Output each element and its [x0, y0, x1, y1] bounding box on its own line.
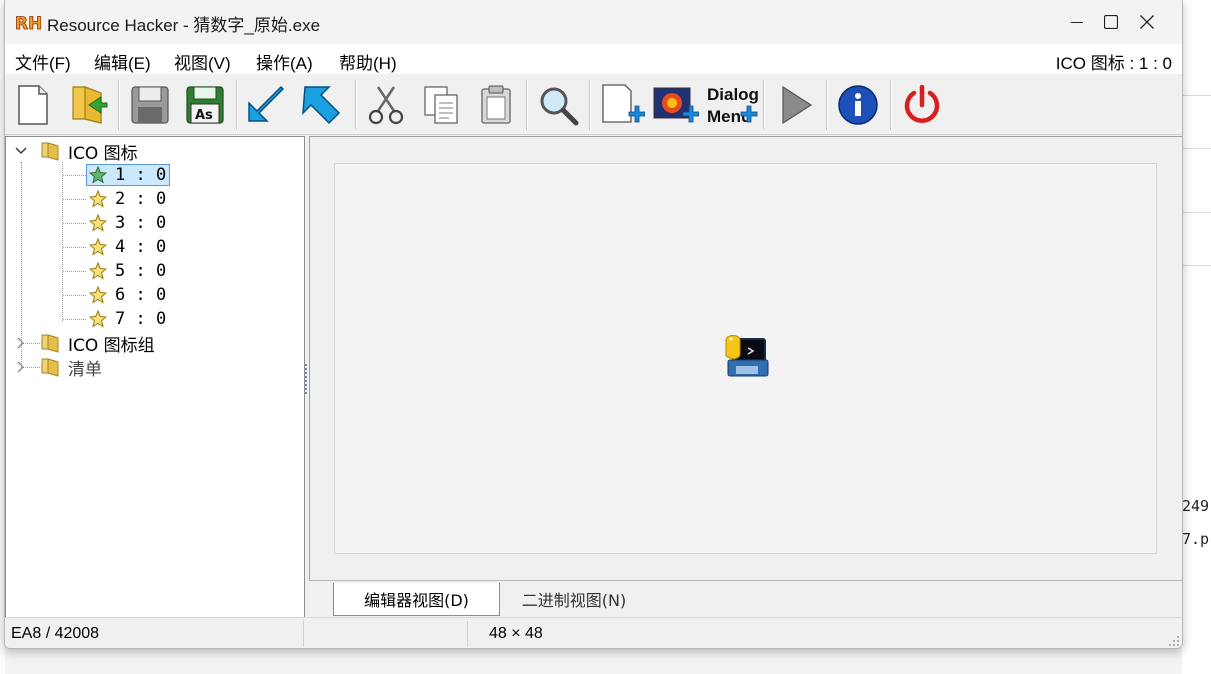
- menu-edit[interactable]: 编辑(E): [94, 49, 151, 74]
- menu-help[interactable]: 帮助(H): [339, 49, 397, 74]
- status-dimensions: 48 × 48: [489, 624, 543, 642]
- resource-tree[interactable]: ICO 图标 1 : 0 2 : 0 3 : 0 4 : 0 5 : 0 6:…: [5, 136, 305, 619]
- tree-node-icon-3[interactable]: 3 : 0: [89, 212, 166, 234]
- run-script-icon: [782, 85, 813, 125]
- cut-button[interactable]: [362, 81, 410, 129]
- add-resource-button[interactable]: [597, 81, 645, 129]
- cut-icon: [368, 86, 404, 125]
- resource-hacker-window: RH Resource Hacker - 猜数字_原始.exe 文件(F) 编辑…: [4, 0, 1183, 649]
- new-file-icon: [18, 85, 48, 125]
- background-text: 249: [1182, 497, 1210, 515]
- status-bar: EA8 / 42008 48 × 48: [5, 617, 1182, 648]
- tree-label: ICO 图标组: [68, 335, 155, 356]
- splitter-handle[interactable]: [304, 362, 308, 396]
- star-icon: [89, 310, 107, 328]
- close-icon: [1140, 15, 1154, 29]
- tree-node-icon-1[interactable]: 1 : 0: [86, 164, 171, 186]
- tree-node-icon-5[interactable]: 5 : 0: [89, 260, 166, 282]
- python-app-icon: [725, 335, 769, 377]
- tree-node-icon-7[interactable]: 7 : 0: [89, 308, 166, 330]
- tree-node-icon-2[interactable]: 2 : 0: [89, 188, 166, 210]
- menu-bar: 文件(F) 编辑(E) 视图(V) 操作(A) 帮助(H) ICO 图标 : 1…: [5, 44, 1182, 74]
- tree-label: 3 : 0: [115, 213, 167, 233]
- new-button[interactable]: [9, 81, 57, 129]
- resize-grip-icon[interactable]: [1168, 635, 1180, 647]
- add-dialog-menu-button[interactable]: Dialog Menu: [705, 81, 761, 129]
- find-button[interactable]: [534, 81, 582, 129]
- compile-button[interactable]: [243, 81, 291, 129]
- window-title: Resource Hacker - 猜数字_原始.exe: [47, 16, 321, 35]
- tree-node-ico-icon-group[interactable]: ICO 图标组: [14, 332, 155, 356]
- star-icon: [89, 190, 107, 208]
- tree-label: 6 : 0: [115, 285, 167, 305]
- tree-label: 1 : 0: [115, 165, 167, 185]
- resource-hacker-logo-icon: RH: [15, 14, 41, 32]
- about-info-icon: [838, 85, 878, 125]
- background-text: 7.p: [1182, 530, 1210, 548]
- tab-binary-view[interactable]: 二进制视图(N): [504, 583, 644, 615]
- svg-text:RH: RH: [15, 14, 41, 32]
- save-button[interactable]: [126, 81, 174, 129]
- copy-button[interactable]: [417, 81, 465, 129]
- compile-all-icon: [302, 86, 341, 125]
- svg-text:Dialog: Dialog: [707, 85, 759, 104]
- star-selected-icon: [89, 166, 107, 184]
- exit-button[interactable]: [898, 81, 946, 129]
- menu-view[interactable]: 视图(V): [174, 49, 231, 74]
- menu-file[interactable]: 文件(F): [15, 49, 71, 74]
- run-script-button[interactable]: [771, 81, 819, 129]
- star-icon: [89, 238, 107, 256]
- svg-text:Menu: Menu: [707, 107, 751, 126]
- menu-action[interactable]: 操作(A): [256, 49, 313, 74]
- save-icon: [131, 86, 169, 124]
- tree-node-icon-4[interactable]: 4 : 0: [89, 236, 166, 258]
- tree-label: 4 : 0: [115, 237, 167, 257]
- paste-icon: [481, 85, 511, 124]
- about-button[interactable]: [834, 81, 882, 129]
- tree-node-icon-6[interactable]: 6 : 0: [89, 284, 166, 306]
- current-resource-label: ICO 图标 : 1 : 0: [1055, 54, 1172, 73]
- tree-node-ico-icons[interactable]: ICO 图标: [14, 140, 138, 164]
- add-resource-icon: [602, 84, 645, 123]
- view-tabs: 编辑器视图(D) 二进制视图(N): [309, 580, 1182, 618]
- open-button[interactable]: [65, 81, 113, 129]
- tree-label: ICO 图标: [68, 143, 138, 164]
- save-as-icon: As: [186, 86, 224, 124]
- chevron-right-icon[interactable]: [14, 336, 28, 350]
- star-icon: [89, 286, 107, 304]
- tree-label: 清单: [68, 359, 102, 380]
- copy-icon: [424, 86, 458, 124]
- find-icon: [540, 87, 579, 126]
- folder-icon: [41, 334, 59, 353]
- tab-editor-view[interactable]: 编辑器视图(D): [333, 583, 500, 616]
- open-folder-icon: [72, 86, 108, 124]
- save-as-button[interactable]: As: [181, 81, 229, 129]
- svg-text:As: As: [195, 108, 213, 123]
- tree-node-manifest[interactable]: 清单: [14, 356, 102, 380]
- compile-arrow-icon: [248, 85, 285, 122]
- star-icon: [89, 262, 107, 280]
- add-image-button[interactable]: [651, 81, 699, 129]
- tab-label: 二进制视图(N): [521, 591, 627, 610]
- chevron-right-icon[interactable]: [14, 360, 28, 374]
- add-dialog-menu-icon: Dialog Menu: [707, 85, 759, 126]
- tree-label: 7 : 0: [115, 309, 167, 329]
- toolbar: As Dialog Menu: [5, 74, 1182, 135]
- chevron-down-icon[interactable]: [14, 144, 28, 158]
- add-image-icon: [653, 87, 699, 123]
- status-position: EA8 / 42008: [11, 624, 100, 642]
- compile-all-button[interactable]: [297, 81, 345, 129]
- folder-open-icon: [41, 142, 59, 161]
- tree-label: 5 : 0: [115, 261, 167, 281]
- background-window: 249 7.p: [1182, 0, 1211, 674]
- paste-button[interactable]: [472, 81, 520, 129]
- close-button[interactable]: [1112, 0, 1182, 44]
- folder-icon: [41, 358, 59, 377]
- exit-power-icon: [904, 84, 940, 123]
- title-bar[interactable]: RH Resource Hacker - 猜数字_原始.exe: [5, 0, 1182, 44]
- tab-label: 编辑器视图(D): [364, 591, 469, 610]
- tree-label: 2 : 0: [115, 189, 167, 209]
- star-icon: [89, 214, 107, 232]
